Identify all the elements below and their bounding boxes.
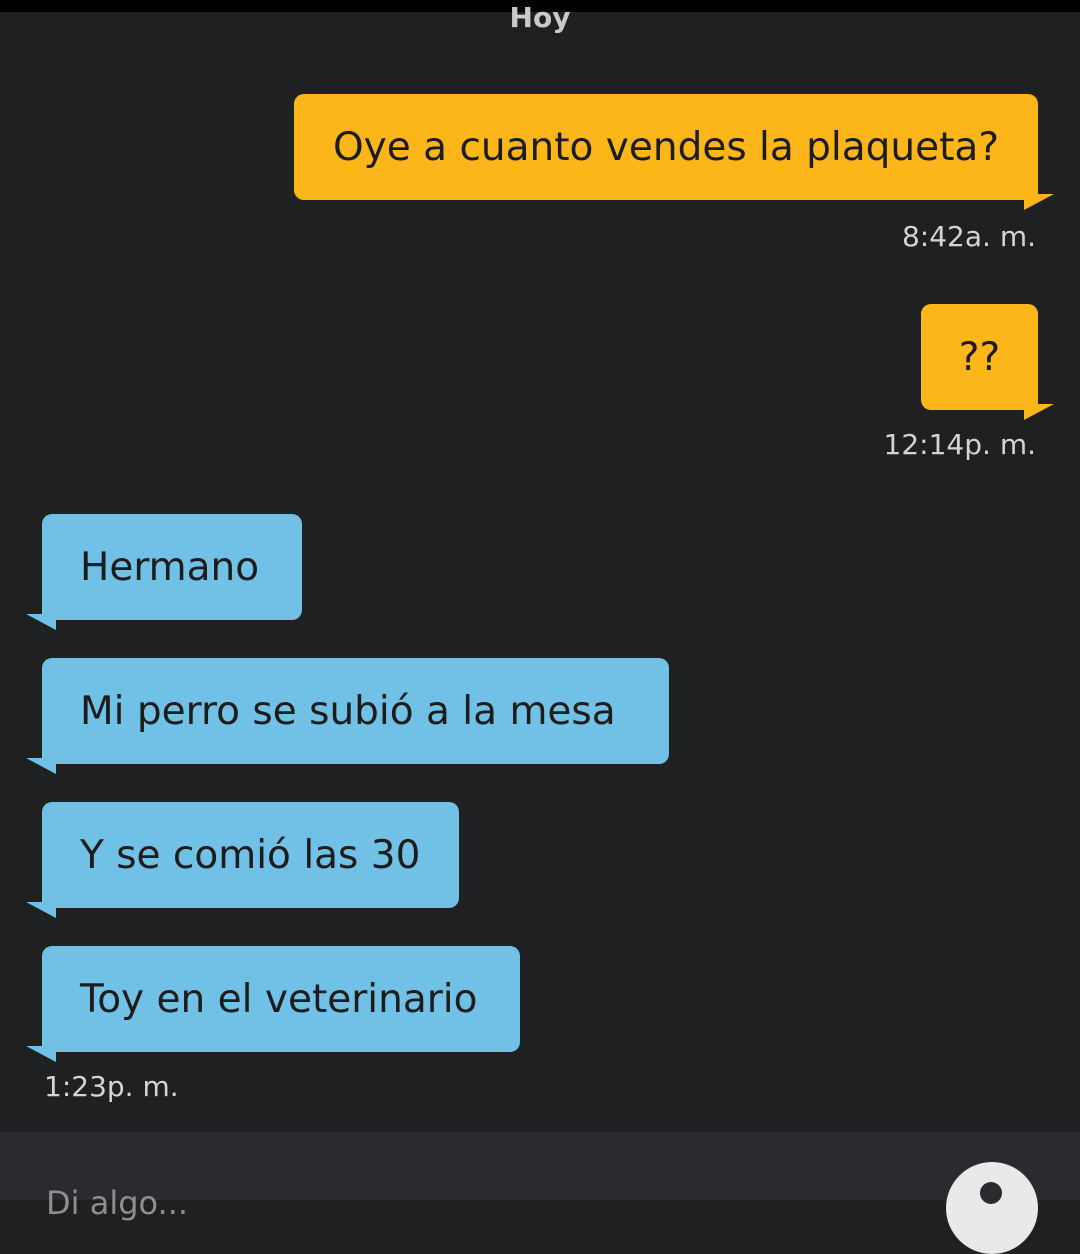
message-timestamp: 1:23p. m. bbox=[44, 1070, 179, 1103]
message-text: Hermano bbox=[80, 544, 260, 590]
circle-action-icon[interactable] bbox=[946, 1162, 1038, 1254]
compose-bar: Di algo... bbox=[0, 1132, 1080, 1254]
message-timestamp: 12:14p. m. bbox=[883, 428, 1036, 461]
message-bubble-incoming[interactable]: Toy en el veterinario bbox=[26, 946, 520, 1062]
message-text: Oye a cuanto vendes la plaqueta? bbox=[332, 124, 1000, 170]
message-bubble-incoming[interactable]: Mi perro se subió a la mesa bbox=[26, 658, 669, 774]
message-bubble-outgoing[interactable]: Oye a cuanto vendes la plaqueta? bbox=[294, 94, 1054, 210]
message-text: Toy en el veterinario bbox=[80, 976, 478, 1022]
message-bubble-outgoing[interactable]: ?? bbox=[921, 304, 1054, 420]
message-timestamp: 8:42a. m. bbox=[901, 220, 1036, 253]
message-text: Y se comió las 30 bbox=[80, 832, 421, 878]
message-bubble-incoming[interactable]: Y se comió las 30 bbox=[26, 802, 459, 918]
message-text: Mi perro se subió a la mesa bbox=[80, 688, 616, 734]
message-text: ?? bbox=[958, 334, 1001, 380]
message-bubble-incoming[interactable]: Hermano bbox=[26, 514, 302, 630]
compose-input[interactable]: Di algo... bbox=[46, 1184, 188, 1222]
date-separator: Hoy bbox=[509, 1, 571, 34]
